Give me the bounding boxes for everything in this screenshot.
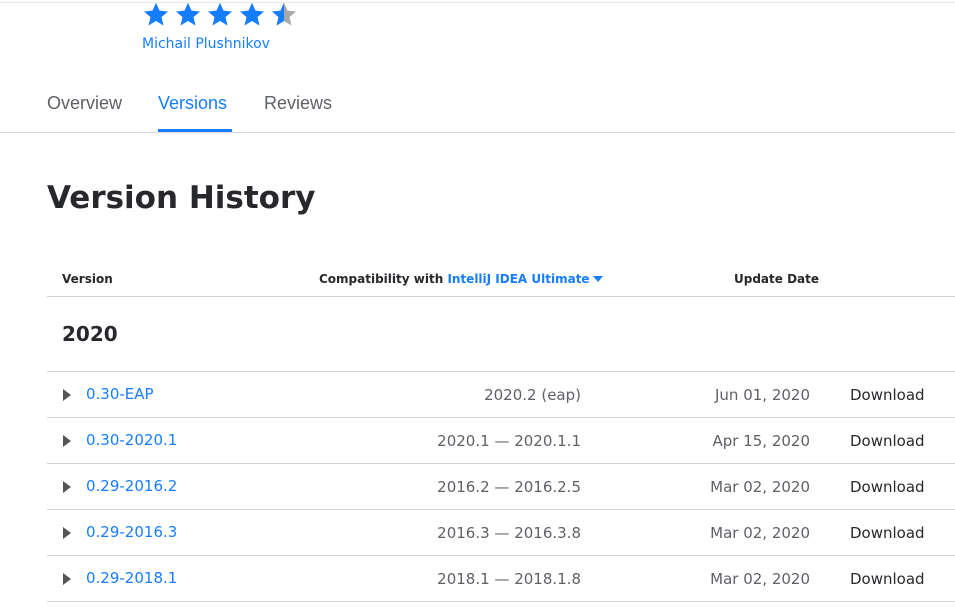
table-row: 0.29-2018.1 2018.1 — 2018.1.8 Mar 02, 20… [47,556,955,602]
version-link[interactable]: 0.30-EAP [86,385,154,403]
version-link[interactable]: 0.30-2020.1 [86,431,177,449]
star-icon [175,2,201,26]
star-icon [143,2,169,26]
tab-bar: Overview Versions Reviews [0,88,955,133]
download-button[interactable]: Download [850,524,925,542]
compatibility-label: Compatibility with [319,272,444,286]
expand-triangle-icon[interactable] [63,435,71,447]
rating-stars [141,1,299,28]
group-year-heading: 2020 [62,322,118,346]
update-date: Mar 02, 2020 [710,478,810,496]
column-header-update-date: Update Date [734,272,820,286]
active-tab-indicator [158,129,232,132]
star-icon [239,2,265,26]
version-link[interactable]: 0.29-2016.2 [86,477,177,495]
star-icon [207,2,233,26]
table-row: 0.30-EAP 2020.2 (eap) Jun 01, 2020 Downl… [47,372,955,418]
tab-reviews[interactable]: Reviews [264,93,332,114]
compatibility-range: 2016.3 — 2016.3.8 [437,524,581,542]
expand-triangle-icon[interactable] [63,573,71,585]
compatibility-range: 2018.1 — 2018.1.8 [437,570,581,588]
page-title: Version History [47,180,316,216]
compatibility-range: 2020.1 — 2020.1.1 [437,432,581,450]
download-button[interactable]: Download [850,570,925,588]
update-date: Apr 15, 2020 [712,432,810,450]
product-selector[interactable]: IntelliJ IDEA Ultimate [447,272,603,286]
table-row: 0.29-2016.2 2016.2 — 2016.2.5 Mar 02, 20… [47,464,955,510]
update-date: Mar 02, 2020 [710,524,810,542]
tab-versions[interactable]: Versions [158,93,227,114]
caret-down-icon[interactable] [592,276,603,282]
column-header-compatibility: Compatibility with IntelliJ IDEA Ultimat… [319,272,603,286]
compatibility-range: 2016.2 — 2016.2.5 [437,478,581,496]
download-button[interactable]: Download [850,432,925,450]
table-header: Version Compatibility with IntelliJ IDEA… [47,260,955,297]
version-link[interactable]: 0.29-2016.3 [86,523,177,541]
table-row: 0.30-2020.1 2020.1 — 2020.1.1 Apr 15, 20… [47,418,955,464]
download-button[interactable]: Download [850,386,925,404]
star-half-icon [271,2,297,26]
expand-triangle-icon[interactable] [63,527,71,539]
version-link[interactable]: 0.29-2018.1 [86,569,177,587]
product-selector-label[interactable]: IntelliJ IDEA Ultimate [447,272,589,286]
compatibility-range: 2020.2 (eap) [484,386,581,404]
tab-overview[interactable]: Overview [47,93,122,114]
column-header-version: Version [62,272,113,286]
update-date: Jun 01, 2020 [714,386,810,404]
expand-triangle-icon[interactable] [63,481,71,493]
update-date: Mar 02, 2020 [710,570,810,588]
author-link[interactable]: Michail Plushnikov [142,36,270,52]
version-list: 0.30-EAP 2020.2 (eap) Jun 01, 2020 Downl… [47,372,955,602]
table-row: 0.29-2016.3 2016.3 — 2016.3.8 Mar 02, 20… [47,510,955,556]
expand-triangle-icon[interactable] [63,389,71,401]
download-button[interactable]: Download [850,478,925,496]
